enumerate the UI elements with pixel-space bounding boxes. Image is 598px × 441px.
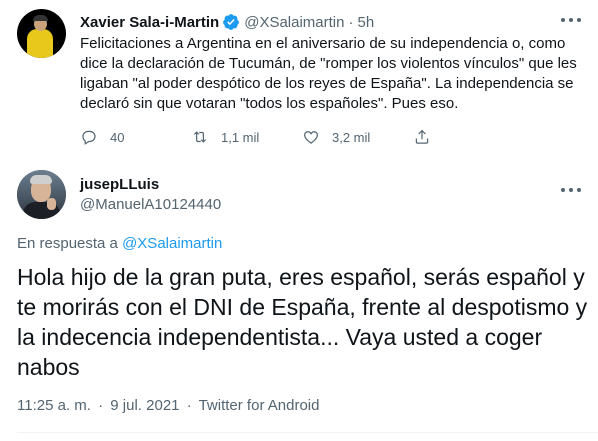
separator: · [98, 397, 104, 414]
separator: · [186, 397, 192, 414]
share-icon [415, 129, 429, 144]
tweet-meta: 11:25 a. m. · 9 jul. 2021 · Twitter for … [17, 397, 319, 414]
share-button[interactable] [413, 128, 524, 146]
replying-prefix: En respuesta a [17, 235, 118, 252]
retweet-icon [193, 131, 207, 143]
avatar[interactable] [17, 9, 66, 58]
tweet-time[interactable]: 11:25 a. m. [17, 397, 91, 414]
retweet-button[interactable]: 1,1 mil [191, 128, 302, 146]
handle[interactable]: @ManuelA10124440 [80, 196, 221, 213]
display-name[interactable]: jusepLLuis [80, 176, 159, 193]
reply-text: Hola hijo de la gran puta, eres español,… [17, 264, 588, 380]
tweet-text: Felicitaciones a Argentina en el anivers… [80, 35, 577, 112]
like-count: 3,2 mil [332, 129, 371, 145]
handle[interactable]: @XSalaimartin [244, 14, 344, 31]
more-icon[interactable] [561, 13, 581, 27]
tweet-header: Xavier Sala-i-Martin @XSalaimartin · 5h [80, 12, 374, 32]
original-tweet[interactable]: Xavier Sala-i-Martin @XSalaimartin · 5h … [0, 0, 598, 160]
timestamp[interactable]: 5h [357, 14, 374, 31]
display-name[interactable]: Xavier Sala-i-Martin [80, 14, 219, 31]
heart-icon [304, 131, 318, 144]
action-bar: 40 1,1 mil 3,2 mil [80, 127, 524, 147]
reply-icon [82, 130, 96, 145]
like-button[interactable]: 3,2 mil [302, 128, 413, 146]
reply-button[interactable]: 40 [80, 128, 191, 146]
more-icon[interactable] [561, 183, 581, 197]
retweet-count: 1,1 mil [221, 129, 260, 145]
verified-badge-icon [222, 13, 240, 31]
replying-to: En respuesta a @XSalaimartin [17, 235, 222, 252]
tweet-date[interactable]: 9 jul. 2021 [110, 397, 179, 414]
separator: · [348, 13, 354, 31]
tweet-source[interactable]: Twitter for Android [199, 397, 320, 414]
divider [17, 432, 598, 433]
avatar[interactable] [17, 170, 66, 219]
reply-count: 40 [110, 129, 125, 145]
replying-to-link[interactable]: @XSalaimartin [122, 235, 222, 252]
